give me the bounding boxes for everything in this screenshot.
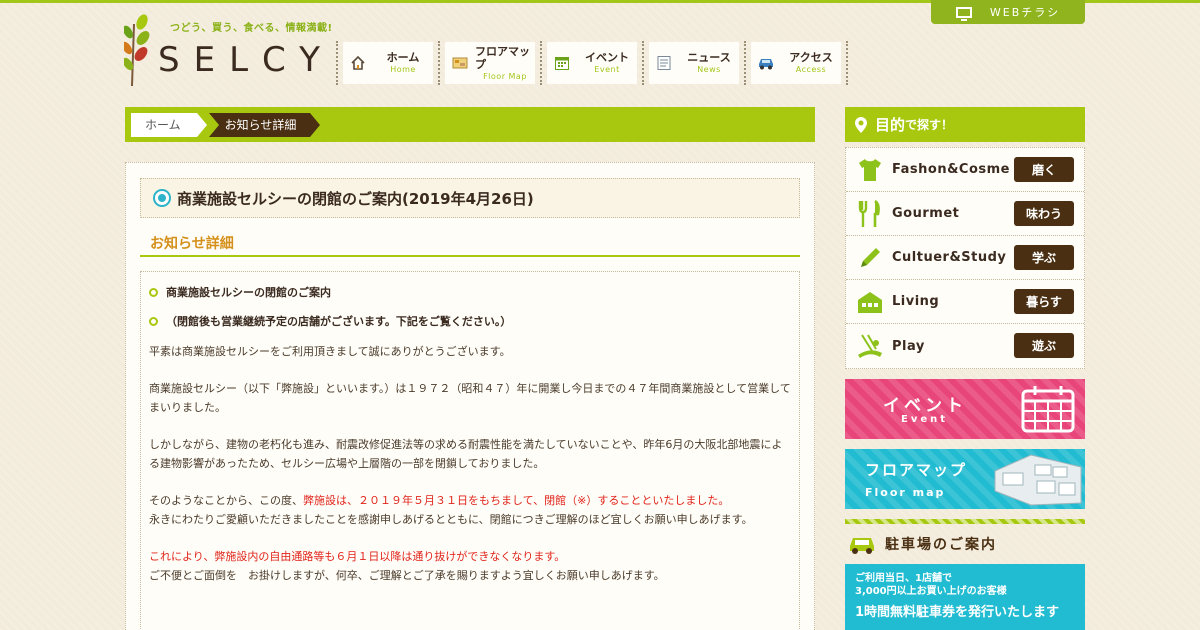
parking-line-3: 1時間無料駐車券を発行いたします — [855, 605, 1060, 620]
category-gourmet[interactable]: Gourmet 味わう — [846, 192, 1084, 236]
sidebar: 目的 で探す！ Fashon&Cosme 磨く Gourmet 味わう Cultu… — [845, 107, 1085, 630]
nav-item-news[interactable]: ニュース News — [642, 41, 746, 85]
calendar-icon — [553, 54, 571, 72]
nav-item-home[interactable]: ホーム Home — [336, 41, 440, 85]
tshirt-icon — [856, 156, 884, 184]
monitor-icon — [955, 6, 972, 21]
list-item: 商業施設セルシーの閉館のご案内 — [149, 284, 791, 300]
category-fashion-label: Fashon&Cosme — [892, 162, 1010, 177]
nav-event-en: Event — [594, 65, 620, 74]
category-fashion-button[interactable]: 磨く — [1014, 157, 1074, 182]
list-item: （閉館後も営業継続予定の店舗がございます。下記をご覧ください。） — [149, 313, 791, 329]
main-content: 商業施設セルシーの閉館のご案内(2019年4月26日) お知らせ詳細 商業施設セ… — [125, 162, 815, 630]
web-flyer-button[interactable]: WEBチラシ — [931, 0, 1085, 24]
section-heading-text: お知らせ詳細 — [150, 236, 234, 252]
floor-map-banner[interactable]: フロアマップ Floor map — [845, 449, 1085, 509]
paragraph-4-thanks: 永きにわたりご愛顧いただきましたことを感謝申しあげるとともに、閉館につきご理解の… — [149, 513, 753, 526]
global-nav: ホーム Home フロアマップ Floor Map イベント Event ニュース Ne… — [336, 41, 848, 85]
calendar-icon — [1021, 386, 1075, 433]
purpose-search-subtitle: で探す！ — [905, 118, 954, 132]
parking-info-box[interactable]: ご利用当日、1店舗で 3,000円以上お買い上げのお客様 1時間無料駐車券を発行… — [845, 564, 1085, 630]
paragraph-3: しかしながら、建物の老朽化も進み、耐震改修促進法等の求める耐震性能を満たしていな… — [149, 438, 783, 470]
paragraph-5-apology: ご不便とご面倒を お掛けしますが、何卒、ご理解とご了承を賜りますよう宜しくお願い… — [149, 569, 665, 582]
floor-map-illustration-icon — [994, 454, 1082, 506]
parking-line-1: ご利用当日、1店舗で — [855, 573, 952, 584]
nav-floor-map-en: Floor Map — [483, 71, 527, 81]
breadcrumb: ホーム お知らせ詳細 — [125, 107, 815, 142]
car-icon — [850, 538, 874, 554]
category-living-button[interactable]: 暮らす — [1014, 289, 1074, 314]
event-banner[interactable]: イベント Event — [845, 379, 1085, 439]
floor-banner-title: フロアマップ — [865, 461, 968, 479]
selcy-logo[interactable]: つどう、買う、食べる、情報満載! SELCY — [124, 14, 332, 88]
article-title: 商業施設セルシーの閉館のご案内(2019年4月26日) — [177, 189, 534, 208]
breadcrumb-current: お知らせ詳細 — [208, 112, 321, 137]
parking-header: 駐車場のご案内 — [845, 524, 1085, 564]
floor-banner-sub: Floor map — [865, 486, 946, 499]
news-icon — [655, 54, 673, 72]
house-icon — [856, 288, 884, 316]
paragraph-4: そのようなことから、この度、弊施設は、２０１９年５月３１日をもちまして、閉館（※… — [149, 491, 791, 529]
category-play[interactable]: Play 遊ぶ — [846, 324, 1084, 368]
nav-news-en: News — [697, 65, 721, 74]
parking-title: 駐車場のご案内 — [885, 537, 997, 553]
map-pin-icon — [855, 116, 867, 133]
category-culture[interactable]: Cultuer&Study 学ぶ — [846, 236, 1084, 280]
fork-knife-icon — [856, 199, 884, 228]
nav-news-label: ニュース — [687, 51, 731, 64]
paragraph-4-intro: そのようなことから、この度、 — [149, 494, 303, 507]
article-body: 商業施設セルシーの閉館のご案内 （閉館後も営業継続予定の店舗がございます。下記を… — [140, 271, 800, 630]
paragraph-1: 平素は商業施設セルシーをご利用頂きまして誠にありがとうございます。 — [149, 345, 511, 358]
nav-item-event[interactable]: イベント Event — [540, 41, 644, 85]
leaf-logo-icon — [124, 14, 150, 87]
circle-bullet-icon — [149, 316, 158, 326]
nav-home-label: ホーム — [386, 51, 420, 64]
category-gourmet-label: Gourmet — [892, 206, 960, 221]
category-living-label: Living — [892, 294, 940, 309]
bullet-text: 商業施設セルシーの閉館のご案内 — [166, 286, 331, 299]
nav-access-en: Access — [795, 65, 827, 74]
nav-item-floor-map[interactable]: フロアマップ Floor Map — [438, 41, 542, 85]
category-culture-button[interactable]: 学ぶ — [1014, 245, 1074, 270]
purpose-search-title: 目的 — [875, 116, 906, 134]
house-icon — [349, 54, 367, 72]
nav-home-en: Home — [390, 65, 416, 74]
category-gourmet-button[interactable]: 味わう — [1014, 201, 1074, 226]
pencil-icon — [856, 244, 884, 272]
nav-floor-map-label: フロアマップ — [475, 44, 530, 71]
article-title-box: 商業施設セルシーの閉館のご案内(2019年4月26日) — [140, 178, 800, 218]
event-banner-title: イベント — [883, 396, 967, 416]
nav-item-access[interactable]: アクセス Access — [744, 41, 848, 85]
circle-bullet-icon — [149, 287, 158, 297]
map-icon — [451, 54, 469, 72]
closure-notice: 弊施設は、２０１９年５月３１日をもちまして、閉館（※）することといたしました。 — [303, 494, 730, 507]
web-flyer-label: WEBチラシ — [989, 6, 1061, 19]
category-living[interactable]: Living 暮らす — [846, 280, 1084, 324]
breadcrumb-home-link[interactable]: ホーム — [131, 112, 207, 137]
event-banner-sub: Event — [901, 414, 949, 425]
category-list: Fashon&Cosme 磨く Gourmet 味わう Cultuer&Stud… — [845, 147, 1085, 369]
purpose-search-header: 目的 で探す！ — [845, 107, 1085, 142]
section-heading: お知らせ詳細 — [140, 233, 800, 257]
category-play-label: Play — [892, 338, 925, 354]
nav-event-label: イベント — [585, 51, 629, 64]
paragraph-2: 商業施設セルシー（以下「弊施設」といいます。）は１９７２（昭和４７）年に開業し今… — [149, 382, 791, 414]
category-play-button[interactable]: 遊ぶ — [1014, 333, 1074, 358]
title-bullet-icon — [155, 191, 169, 205]
category-fashion[interactable]: Fashon&Cosme 磨く — [846, 148, 1084, 192]
car-icon — [757, 54, 775, 72]
nav-access-label: アクセス — [789, 51, 833, 64]
category-culture-label: Cultuer&Study — [892, 250, 1007, 265]
parking-line-2: 3,000円以上お買い上げのお客様 — [855, 586, 1007, 597]
passage-notice: これにより、弊施設内の自由通路等も６月１日以降は通り抜けができなくなります。 — [149, 550, 566, 563]
logo-tagline: つどう、買う、食べる、情報満載! — [170, 23, 333, 34]
bullet-text: （閉館後も営業継続予定の店舗がございます。下記をご覧ください。） — [166, 315, 512, 328]
swing-icon — [856, 332, 884, 360]
logo-wordmark: SELCY — [158, 40, 334, 80]
paragraph-5: これにより、弊施設内の自由通路等も６月１日以降は通り抜けができなくなります。 ご… — [149, 547, 791, 585]
